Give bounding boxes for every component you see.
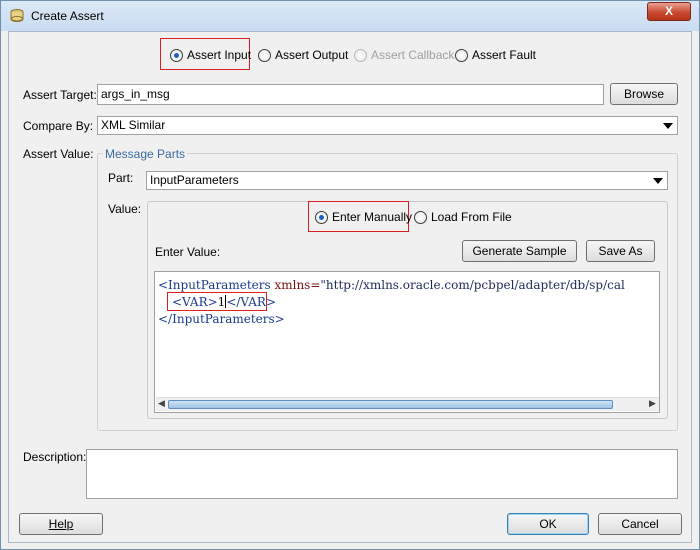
compare-by-value: XML Similar	[101, 118, 166, 132]
part-value: InputParameters	[150, 173, 239, 187]
window-title: Create Assert	[31, 9, 104, 23]
xml-open-tag: <InputParameters	[158, 278, 271, 292]
radio-label: Assert Input	[187, 48, 252, 62]
description-field[interactable]	[86, 449, 678, 499]
compare-by-label: Compare By:	[23, 119, 94, 133]
title-bar: Create Assert X	[1, 1, 699, 31]
xml-attribute: xmlns=	[270, 278, 321, 292]
close-icon: X	[664, 4, 673, 18]
assert-target-label: Assert Target:	[23, 88, 97, 102]
radio-unselected-icon	[354, 48, 367, 62]
generate-sample-button[interactable]: Generate Sample	[462, 240, 577, 262]
xml-line-1: <InputParameters xmlns="http://xmlns.ora…	[158, 278, 625, 292]
enter-value-label: Enter Value:	[155, 245, 221, 259]
cancel-button[interactable]: Cancel	[598, 513, 682, 535]
chevron-down-icon	[663, 123, 673, 129]
close-button[interactable]: X	[647, 2, 691, 21]
scroll-right-icon[interactable]: ▶	[649, 399, 656, 409]
radio-enter-manually[interactable]: Enter Manually	[315, 210, 412, 224]
part-label: Part:	[108, 171, 134, 185]
xml-attribute-value: "http://xmlns.oracle.com/pcbpel/adapter/…	[320, 278, 625, 292]
horizontal-scrollbar[interactable]: ◀ ▶	[156, 397, 659, 411]
value-label: Value:	[108, 202, 142, 216]
create-assert-dialog: Create Assert X Assert Input Assert Outp…	[0, 0, 700, 550]
browse-button[interactable]: Browse	[610, 83, 678, 105]
chevron-down-icon	[653, 178, 663, 184]
radio-label: Enter Manually	[332, 210, 413, 224]
assert-icon	[10, 9, 24, 22]
var-highlight	[167, 292, 267, 311]
radio-assert-callback: Assert Callback	[354, 48, 454, 62]
scrollbar-thumb[interactable]	[168, 400, 613, 409]
radio-unselected-icon	[414, 210, 427, 224]
radio-unselected-icon	[455, 48, 468, 62]
radio-assert-output[interactable]: Assert Output	[258, 48, 348, 62]
radio-label: Assert Output	[275, 48, 349, 62]
assert-value-label: Assert Value:	[23, 147, 94, 161]
radio-assert-input[interactable]: Assert Input	[170, 48, 251, 62]
help-button-label: Help	[48, 517, 74, 531]
scroll-left-icon[interactable]: ◀	[158, 399, 165, 409]
radio-label: Load From File	[431, 210, 512, 224]
xml-line-3: </InputParameters>	[158, 312, 285, 326]
radio-assert-fault[interactable]: Assert Fault	[455, 48, 536, 62]
radio-load-from-file[interactable]: Load From File	[414, 210, 512, 224]
ok-button[interactable]: OK	[507, 513, 589, 535]
assert-target-field[interactable]: args_in_msg	[97, 84, 604, 105]
radio-unselected-icon	[258, 48, 271, 62]
message-parts-title: Message Parts	[103, 147, 188, 161]
radio-selected-icon	[170, 48, 183, 62]
xml-editor[interactable]: <InputParameters xmlns="http://xmlns.ora…	[154, 271, 660, 413]
part-select[interactable]: InputParameters	[146, 171, 668, 190]
radio-selected-icon	[315, 210, 328, 224]
description-label: Description:	[23, 450, 87, 464]
save-as-button[interactable]: Save As	[586, 240, 655, 262]
radio-label: Assert Fault	[472, 48, 537, 62]
xml-close-tag: </InputParameters>	[158, 312, 285, 326]
radio-label: Assert Callback	[371, 48, 455, 62]
help-button[interactable]: Help	[19, 513, 103, 535]
compare-by-select[interactable]: XML Similar	[97, 116, 678, 135]
